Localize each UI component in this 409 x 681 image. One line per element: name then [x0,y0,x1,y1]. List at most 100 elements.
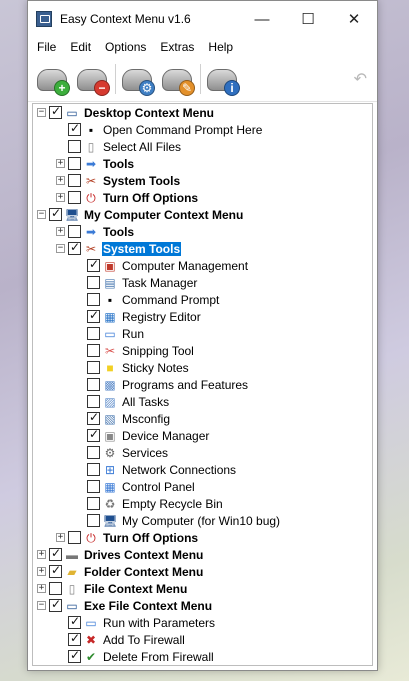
context-menu-tree[interactable]: − ▭ Desktop Context Menu ▪ Open Command Prom… [32,103,373,666]
item-checkbox[interactable] [49,206,62,221]
scissors-icon: ✂ [104,343,116,358]
tree-item[interactable]: + ▰ Folder Context Menu [37,563,204,580]
expand-toggle[interactable]: + [56,159,65,168]
programs-icon: ▩ [104,377,116,392]
tree-item[interactable]: ▪ Open Command Prompt Here [56,121,263,138]
item-checkbox[interactable] [68,648,81,663]
tree-item[interactable]: ▭ Run [75,325,145,342]
maximize-button[interactable]: ☐ [285,1,331,37]
item-checkbox[interactable] [87,395,100,408]
menu-extras[interactable]: Extras [153,40,201,54]
expand-toggle[interactable]: + [37,584,46,593]
item-checkbox[interactable] [87,410,100,425]
expand-toggle[interactable]: + [56,227,65,236]
toolbar: + − ⚙ ✎ i ↶ [28,57,377,102]
tree-item[interactable]: ✔ Delete From Firewall [56,648,215,665]
item-checkbox[interactable] [49,582,62,595]
menu-edit[interactable]: Edit [63,40,98,54]
tree-item[interactable]: + ✂ System Tools [56,172,181,189]
expand-toggle[interactable]: + [37,567,46,576]
remove-from-menu-button[interactable]: − [73,59,113,99]
tree-item[interactable]: 🖥 My Computer (for Win10 bug) [75,512,281,529]
tree-item[interactable]: + ⏻ Turn Off Options [56,529,199,546]
tree-item[interactable]: ▣ Device Manager [75,427,210,444]
item-checkbox[interactable] [49,597,62,612]
tree-item[interactable]: + ▯ File Context Menu [37,580,188,597]
collapse-toggle[interactable]: − [56,244,65,253]
expand-toggle[interactable]: + [37,550,46,559]
item-checkbox[interactable] [68,157,81,170]
item-checkbox[interactable] [49,546,62,561]
info-button[interactable]: i [203,59,243,99]
collapse-toggle[interactable]: − [37,601,46,610]
item-checkbox[interactable] [87,257,100,272]
item-checkbox[interactable] [68,121,81,136]
tree-item[interactable]: ✖ Add To Firewall [56,631,186,648]
expand-toggle[interactable]: + [56,193,65,202]
tree-item[interactable]: + ➡ Tools [56,223,135,240]
item-checkbox[interactable] [87,327,100,340]
item-checkbox[interactable] [87,446,100,459]
tree-item[interactable]: ▤ Task Manager [75,274,198,291]
tree-item[interactable]: − 🖥 My Computer Context Menu [37,206,244,223]
tree-item[interactable]: ▩ Programs and Features [75,376,249,393]
note-icon: ■ [106,360,114,375]
undo-icon[interactable]: ↶ [354,69,367,89]
item-checkbox[interactable] [87,497,100,510]
tree-item[interactable]: ♻ Empty Recycle Bin [75,495,224,512]
item-checkbox[interactable] [68,631,81,646]
item-checkbox[interactable] [68,240,81,255]
tree-item[interactable]: ▯ Select All Files [56,138,182,155]
item-checkbox[interactable] [87,293,100,306]
tree-item[interactable]: ▨ All Tasks [75,393,170,410]
item-checkbox[interactable] [68,225,81,238]
tree-item[interactable]: ■ Sticky Notes [75,359,190,376]
tree-item[interactable]: ✂ Snipping Tool [75,342,195,359]
tree-item[interactable]: − ✂ System Tools [56,240,182,257]
item-checkbox[interactable] [68,174,81,187]
tree-item-label: Empty Recycle Bin [122,496,223,511]
item-checkbox[interactable] [68,614,81,629]
item-checkbox[interactable] [87,378,100,391]
item-checkbox[interactable] [87,344,100,357]
minimize-button[interactable]: — [239,1,285,37]
menu-options[interactable]: Options [98,40,153,54]
tree-item[interactable]: − ▭ Exe File Context Menu [37,597,213,614]
tree-item[interactable]: ⚙ Services [75,444,169,461]
add-to-menu-button[interactable]: + [33,59,73,99]
item-checkbox[interactable] [68,140,81,153]
toolbar-separator [200,64,201,94]
item-checkbox[interactable] [49,563,62,578]
tree-item[interactable]: + ⏻ Turn Off Options [56,189,199,206]
tree-item[interactable]: − ▭ Desktop Context Menu [37,104,215,121]
tree-item[interactable]: ▦ Registry Editor [75,308,202,325]
tree-item[interactable]: ⊞ Network Connections [75,461,237,478]
settings-button[interactable]: ⚙ [118,59,158,99]
collapse-toggle[interactable]: − [37,210,46,219]
expand-toggle[interactable]: + [56,533,65,542]
item-checkbox[interactable] [87,276,100,289]
item-checkbox[interactable] [87,463,100,476]
close-button[interactable]: ✕ [331,1,377,37]
tree-item[interactable]: ▭ Run with Parameters [56,614,216,631]
tree-item-label: Turn Off Options [103,530,199,545]
expand-toggle[interactable]: + [56,176,65,185]
item-checkbox[interactable] [68,531,81,544]
tree-item[interactable]: ▧ Msconfig [75,410,171,427]
item-checkbox[interactable] [87,480,100,493]
tree-item[interactable]: + ➡ Tools [56,155,135,172]
menu-help[interactable]: Help [201,40,240,54]
item-checkbox[interactable] [87,308,100,323]
item-checkbox[interactable] [49,104,62,119]
tree-item[interactable]: ▣ Computer Management [75,257,249,274]
tree-item[interactable]: + ▬ Drives Context Menu [37,546,204,563]
item-checkbox[interactable] [87,427,100,442]
item-checkbox[interactable] [87,361,100,374]
item-checkbox[interactable] [68,191,81,204]
clean-button[interactable]: ✎ [158,59,198,99]
collapse-toggle[interactable]: − [37,108,46,117]
menu-file[interactable]: File [30,40,63,54]
item-checkbox[interactable] [87,514,100,527]
tree-item[interactable]: ▦ Control Panel [75,478,196,495]
tree-item[interactable]: ▪ Command Prompt [75,291,220,308]
